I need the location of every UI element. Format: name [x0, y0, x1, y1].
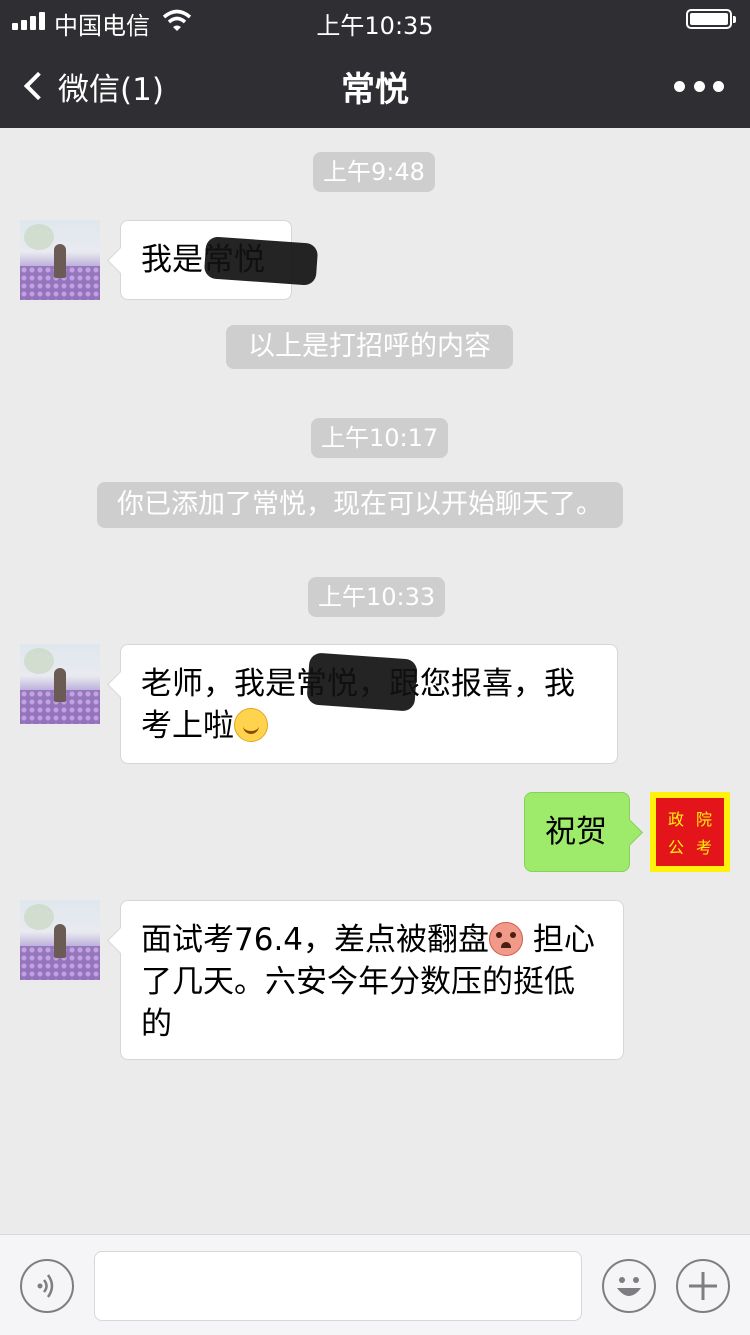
redaction-mark: [306, 652, 418, 712]
timestamp-pill: 上午10:17: [311, 418, 449, 458]
contact-avatar[interactable]: [20, 644, 100, 724]
message-text-line: 考上啦: [141, 708, 234, 744]
emoji-face-icon: [617, 1277, 641, 1296]
redaction-mark: [203, 236, 319, 286]
scared-emoji-icon: [489, 922, 524, 956]
message-text-line: 的: [141, 1006, 172, 1042]
emoji-button[interactable]: [602, 1259, 656, 1313]
more-dot-icon: [693, 80, 705, 92]
message-input[interactable]: [94, 1251, 582, 1321]
top-bar: 中国电信 上午10:35 微信(1) 常悦: [0, 0, 750, 128]
status-time: 上午10:35: [316, 12, 434, 40]
smile-emoji-icon: [234, 708, 268, 742]
contact-avatar[interactable]: [20, 220, 100, 300]
message-bubble-incoming[interactable]: 面试考76.4，差点被翻盘 担心 了几天。六安今年分数压的挺低 的: [120, 900, 624, 1060]
voice-input-button[interactable]: [20, 1259, 74, 1313]
contact-avatar[interactable]: [20, 900, 100, 980]
chat-title: 常悦: [341, 70, 409, 110]
voice-icon: [37, 1274, 54, 1298]
status-bar: 中国电信 上午10:35: [0, 0, 750, 40]
message-text: 祝贺: [545, 814, 607, 850]
timestamp-pill: 上午9:48: [313, 152, 435, 192]
nav-bar: 微信(1) 常悦: [0, 44, 750, 128]
seal-logo: 政院 公考: [656, 798, 724, 866]
my-avatar[interactable]: 政院 公考: [650, 792, 730, 872]
timestamp-pill: 上午10:33: [308, 577, 446, 617]
system-notice: 你已添加了常悦，现在可以开始聊天了。: [97, 482, 623, 528]
more-dot-icon: [674, 80, 685, 92]
message-text-line: 面试考76.4，差点被翻盘: [141, 922, 490, 958]
message-text-line: 担心: [532, 922, 595, 958]
message-text-line: 了几天。六安今年分数压的挺低: [141, 964, 575, 1000]
message-bubble-outgoing[interactable]: 祝贺: [524, 792, 630, 872]
input-toolbar: [0, 1234, 750, 1335]
more-dot-icon: [713, 80, 724, 92]
plus-icon: [689, 1272, 717, 1300]
more-options-button[interactable]: [674, 66, 724, 106]
system-notice: 以上是打招呼的内容: [226, 325, 513, 369]
battery-icon: [686, 9, 736, 29]
more-functions-button[interactable]: [676, 1259, 730, 1313]
